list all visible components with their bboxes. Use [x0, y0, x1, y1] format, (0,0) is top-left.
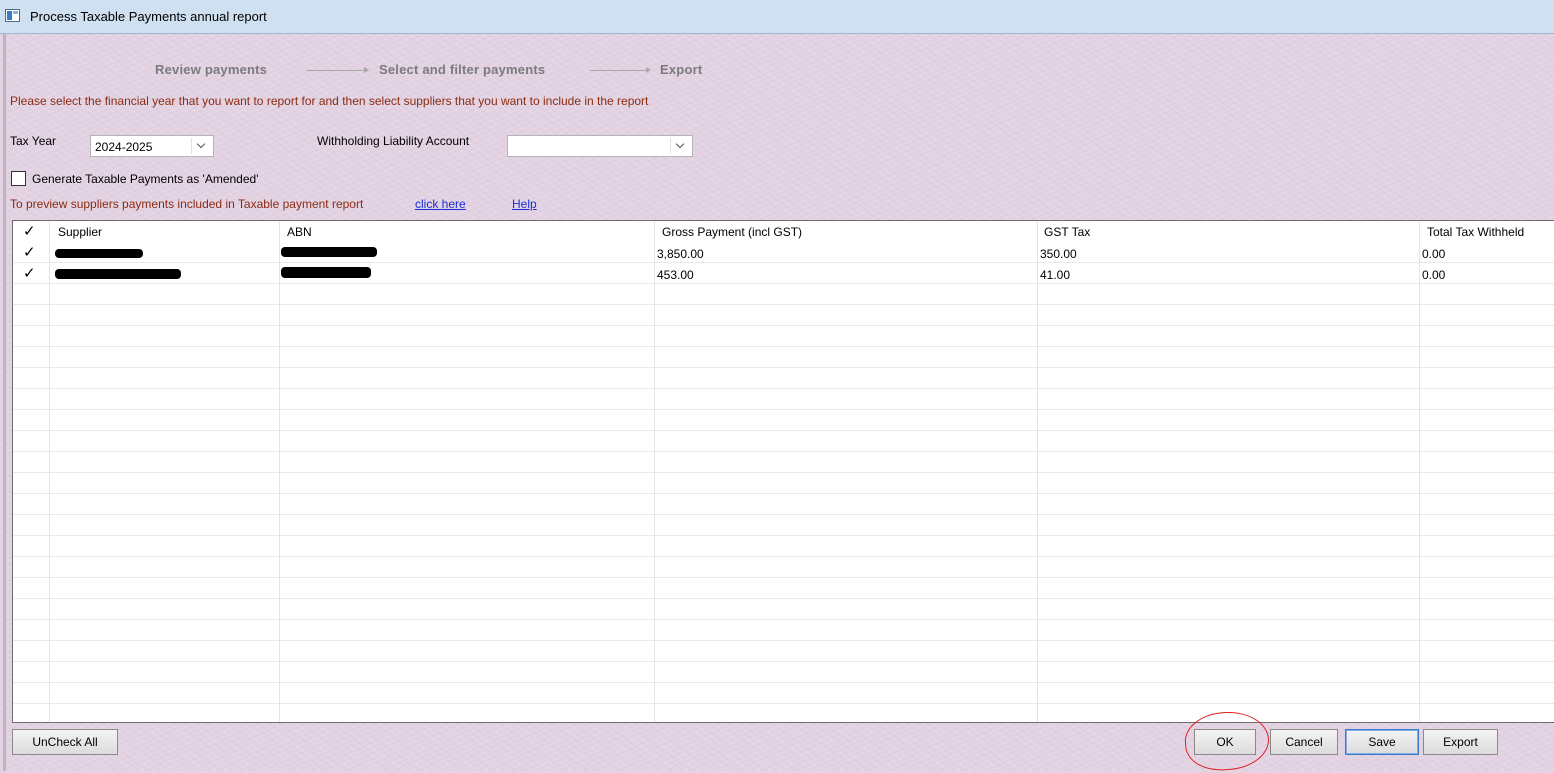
- row-2-gst: 41.00: [1040, 268, 1071, 282]
- column-divider: [654, 221, 655, 722]
- withholding-account-label: Withholding Liability Account: [317, 134, 470, 148]
- chevron-down-icon[interactable]: [191, 138, 211, 154]
- column-header-gst-tax[interactable]: GST Tax: [1044, 225, 1090, 239]
- supplier-redacted[interactable]: [55, 249, 143, 258]
- row-check-1[interactable]: ✓: [23, 243, 36, 261]
- row-2-gross: 453.00: [657, 268, 694, 282]
- save-button[interactable]: Save: [1345, 729, 1419, 755]
- row-1-gst: 350.00: [1040, 247, 1077, 261]
- chevron-down-icon[interactable]: [670, 138, 690, 154]
- tax-year-value: 2024-2025: [95, 140, 153, 154]
- click-here-link[interactable]: click here: [415, 197, 466, 211]
- select-all-check-header[interactable]: ✓: [23, 222, 36, 240]
- column-divider: [1419, 221, 1420, 722]
- help-link[interactable]: Help: [512, 197, 537, 211]
- row-check-2[interactable]: ✓: [23, 264, 36, 282]
- withholding-account-select[interactable]: [507, 135, 693, 157]
- abn-redacted: [281, 247, 377, 257]
- suppliers-table: ✓ Supplier ABN Gross Payment (incl GST) …: [12, 220, 1554, 723]
- column-header-total-tax-withheld[interactable]: Total Tax Withheld: [1427, 225, 1524, 239]
- table-body: [13, 242, 1554, 722]
- row-2-withheld: 0.00: [1422, 268, 1446, 282]
- window-titlebar: Process Taxable Payments annual report: [0, 0, 1554, 34]
- column-header-supplier[interactable]: Supplier: [58, 225, 102, 239]
- ok-button[interactable]: OK: [1194, 729, 1256, 755]
- wizard-step-export: Export: [660, 62, 703, 77]
- amended-checkbox[interactable]: [11, 171, 26, 186]
- column-divider: [279, 221, 280, 722]
- wizard-step-arrow: [306, 67, 369, 73]
- wizard-step-review: Review payments: [155, 62, 268, 77]
- amended-checkbox-label[interactable]: Generate Taxable Payments as 'Amended': [32, 172, 259, 186]
- abn-redacted: [281, 267, 371, 278]
- app-window-icon: [5, 9, 20, 22]
- column-header-abn[interactable]: ABN: [287, 225, 312, 239]
- wizard-step-select: Select and filter payments: [379, 62, 546, 77]
- preview-text: To preview suppliers payments included i…: [10, 197, 364, 211]
- column-divider: [49, 221, 50, 722]
- wizard-step-arrow: [590, 67, 651, 73]
- window-title: Process Taxable Payments annual report: [30, 9, 267, 24]
- supplier-redacted[interactable]: [55, 269, 181, 279]
- tax-year-select[interactable]: 2024-2025: [90, 135, 214, 157]
- cancel-button[interactable]: Cancel: [1270, 729, 1338, 755]
- column-divider: [1037, 221, 1038, 722]
- column-header-gross-payment[interactable]: Gross Payment (incl GST): [662, 225, 802, 239]
- instructions-text: Please select the financial year that yo…: [10, 94, 649, 108]
- row-1-withheld: 0.00: [1422, 247, 1446, 261]
- tax-year-label: Tax Year: [10, 134, 57, 148]
- export-button[interactable]: Export: [1423, 729, 1498, 755]
- uncheck-all-button[interactable]: UnCheck All: [12, 729, 118, 755]
- row-1-gross: 3,850.00: [657, 247, 704, 261]
